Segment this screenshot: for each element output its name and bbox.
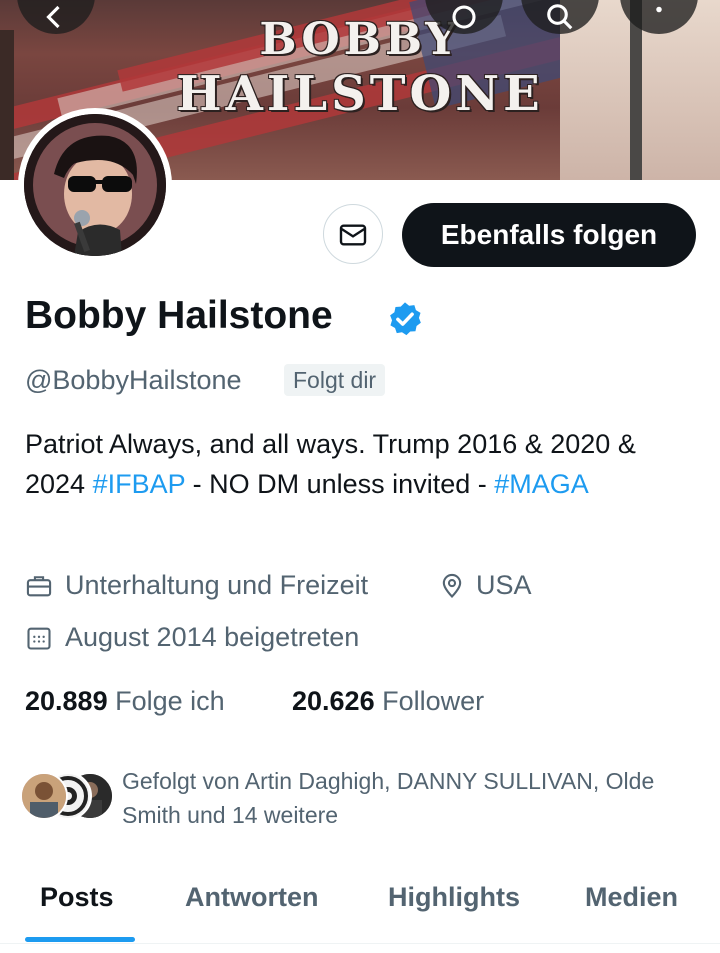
more-icon [656,6,662,13]
tab-replies[interactable]: Antworten [185,882,318,913]
search-icon [547,4,573,30]
envelope-icon [339,224,367,246]
profile-avatar[interactable] [18,108,172,262]
location-label: USA [476,570,532,600]
hashtag-maga[interactable]: #MAGA [494,469,589,499]
joined-label: August 2014 beigetreten [65,622,360,652]
active-tab-indicator [25,937,135,942]
following-label: Folge ich [115,686,225,716]
followers-label: Follower [382,686,485,716]
profile-handle: @BobbyHailstone [25,365,242,395]
tab-media[interactable]: Medien [585,882,678,913]
briefcase-icon [26,576,52,597]
followed-by-text[interactable]: Gefolgt von Artin Daghigh, DANNY SULLIVA… [122,764,702,832]
banner-title-line1: BOBBY [259,14,461,65]
tab-divider [0,943,720,944]
back-arrow-icon [46,5,60,29]
profile-location: USA [438,570,568,606]
bio-text-2: - NO DM unless invited - [185,469,495,499]
follows-you-badge: Folgt dir [284,364,386,396]
profile-category: Unterhaltung und Freizeit [25,570,425,606]
tab-posts[interactable]: Posts [40,882,114,913]
hashtag-ifbap[interactable]: #IFBAP [93,469,186,499]
avatar-image [24,114,166,256]
following-count: 20.889 [25,686,108,716]
calendar-icon [27,627,51,650]
grok-icon [452,5,476,29]
category-label: Unterhaltung und Freizeit [65,570,369,600]
message-button[interactable] [323,204,383,264]
profile-joined: August 2014 beigetreten [25,622,445,658]
followers-count: 20.626 [292,686,375,716]
profile-bio: Patriot Always, and all ways. Trump 2016… [25,424,695,504]
verified-badge-icon [390,302,421,336]
profile-name: Bobby Hailstone [25,294,333,337]
following-count-link[interactable]: 20.889 Folge ich [25,686,225,717]
follow-back-button[interactable]: Ebenfalls folgen [402,203,696,267]
location-pin-icon [442,573,462,598]
followers-count-link[interactable]: 20.626 Follower [292,686,484,717]
follower-avatar-1 [20,772,68,820]
tab-highlights[interactable]: Highlights [388,882,520,913]
profile-tabs: Posts Antworten Highlights Medien [0,862,720,942]
